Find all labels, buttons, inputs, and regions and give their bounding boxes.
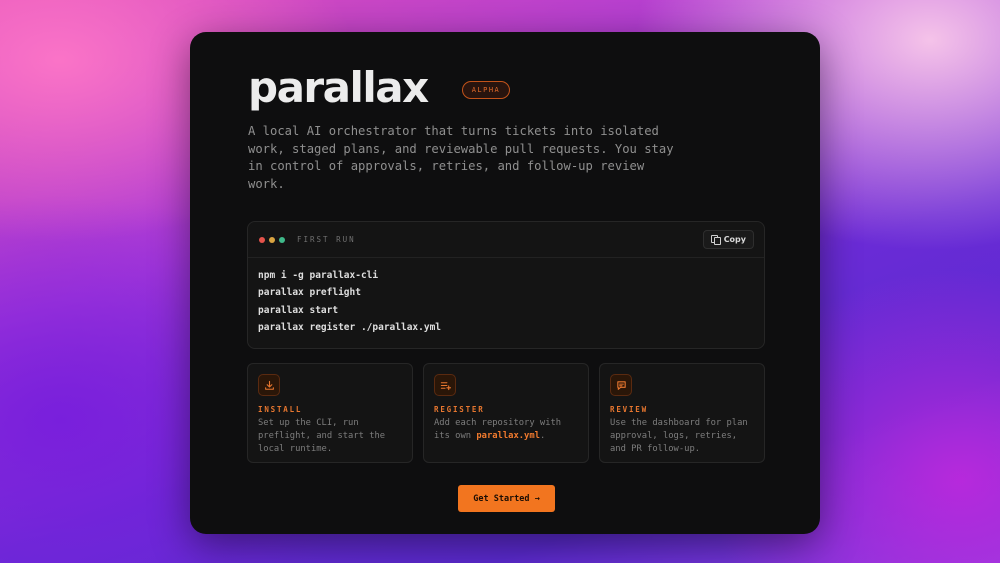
card-register: REGISTER Add each repository with its ow… [423,363,589,463]
command-line: parallax register ./parallax.yml [258,321,442,333]
download-icon [258,374,280,396]
command-line: parallax start [258,304,339,316]
card-review: REVIEW Use the dashboard for plan approv… [599,363,765,463]
red-dot-icon [259,236,265,243]
card-title: INSTALL [258,405,303,414]
config-file-name: parallax.yml [476,431,540,441]
card-title: REGISTER [434,405,485,414]
card-text: Add each repository with its own paralla… [434,418,562,441]
list-plus-icon [434,374,456,396]
copy-icon [710,235,721,245]
title-row: parallax ALPHA [248,60,511,116]
card-title: REVIEW [610,405,648,414]
terminal-header: FIRST RUN Copy [248,222,764,258]
card-text: Set up the CLI, run preflight, and start… [258,418,386,454]
page-title: parallax [248,63,429,112]
command-list: npm i -g parallax-cli parallax preflight… [248,258,764,336]
copy-button-label: Copy [723,235,746,244]
get-started-button[interactable]: Get Started → [458,485,555,512]
card-text: Use the dashboard for plan approval, log… [610,418,748,454]
green-dot-icon [279,236,285,243]
onboarding-panel: parallax ALPHA A local AI orchestrator t… [190,32,820,534]
command-line: npm i -g parallax-cli [258,270,379,281]
alpha-badge: ALPHA [461,81,511,99]
message-square-icon [610,374,632,396]
terminal-label: FIRST RUN [297,235,356,244]
copy-button[interactable]: Copy [702,230,754,249]
command-line: parallax preflight [258,287,361,299]
step-cards: INSTALL Set up the CLI, run preflight, a… [247,363,765,465]
card-install: INSTALL Set up the CLI, run preflight, a… [247,363,413,463]
yellow-dot-icon [269,236,275,243]
page-description: A local AI orchestrator that turns ticke… [248,124,674,191]
first-run-terminal: FIRST RUN Copy npm i -g parallax-cli par… [247,221,765,349]
